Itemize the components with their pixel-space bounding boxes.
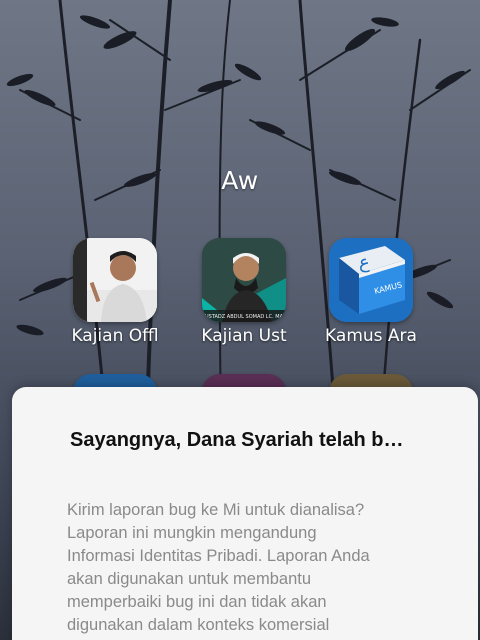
app-kajian-offline[interactable]: Kajian Offl: [59, 238, 171, 346]
dialog-message-line: akan digunakan untuk membantu: [67, 570, 312, 588]
dialog-message-line: Laporan ini mungkin mengandung: [67, 524, 317, 542]
crash-report-dialog: Sayangnya, Dana Syariah telah b… Kirim l…: [12, 387, 478, 640]
dialog-message-line: Kirim laporan bug ke Mi untuk dianalisa?: [67, 501, 365, 519]
dialog-title: Sayangnya, Dana Syariah telah b…: [70, 429, 404, 451]
kamus-glyph: ع: [359, 252, 370, 273]
app-label: Kajian Offl: [71, 326, 159, 346]
ustadz-portrait-icon: [73, 238, 157, 322]
kamus-book-icon: ع KAMUS: [329, 238, 413, 322]
app-kajian-ustadz[interactable]: USTADZ ABDUL SOMAD LC. MA Kajian Ust: [188, 238, 300, 346]
app-kamus-arab[interactable]: ع KAMUS Kamus Ara: [315, 238, 427, 346]
ustadz-video-icon: USTADZ ABDUL SOMAD LC. MA: [202, 238, 286, 322]
dialog-message-line: Informasi Identitas Pribadi. Laporan And…: [67, 547, 370, 565]
folder-title[interactable]: Aw: [0, 166, 480, 195]
dialog-message-line: memperbaiki bug ini dan tidak akan: [67, 593, 327, 611]
dialog-message-line: digunakan dalam konteks komersial: [67, 616, 330, 634]
icon-banner-text: USTADZ ABDUL SOMAD LC. MA: [205, 314, 284, 320]
app-label: Kamus Ara: [325, 326, 417, 346]
app-label: Kajian Ust: [201, 326, 287, 346]
dialog-message: Kirim laporan bug ke Mi untuk dianalisa?…: [67, 499, 447, 637]
